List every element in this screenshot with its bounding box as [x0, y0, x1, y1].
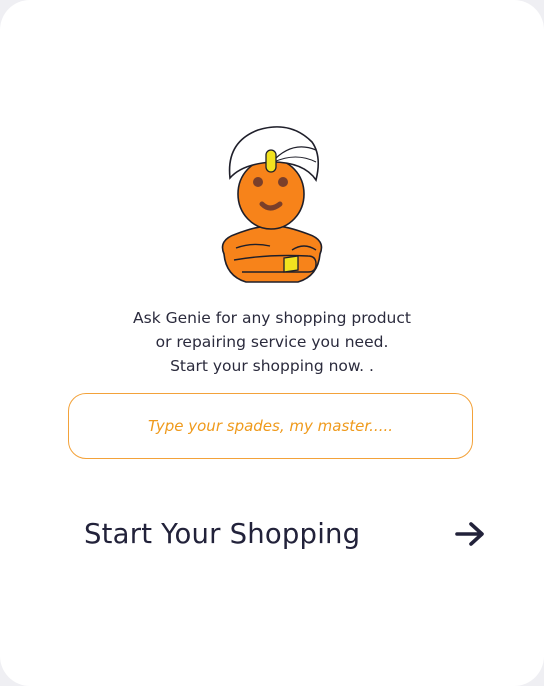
genie-icon	[221, 126, 323, 283]
search-input[interactable]	[108, 416, 433, 436]
intro-line-3: Start your shopping now. .	[170, 357, 374, 375]
welcome-card: Ask Genie for any shopping product or re…	[0, 0, 544, 686]
arrow-right-icon[interactable]	[454, 520, 486, 548]
start-shopping-button[interactable]: Start Your Shopping	[84, 510, 486, 558]
intro-line-2: or repairing service you need.	[155, 333, 389, 351]
search-box[interactable]	[68, 393, 473, 459]
intro-line-1: Ask Genie for any shopping product	[133, 309, 411, 327]
start-shopping-label: Start Your Shopping	[84, 518, 361, 550]
intro-text: Ask Genie for any shopping product or re…	[72, 306, 472, 378]
